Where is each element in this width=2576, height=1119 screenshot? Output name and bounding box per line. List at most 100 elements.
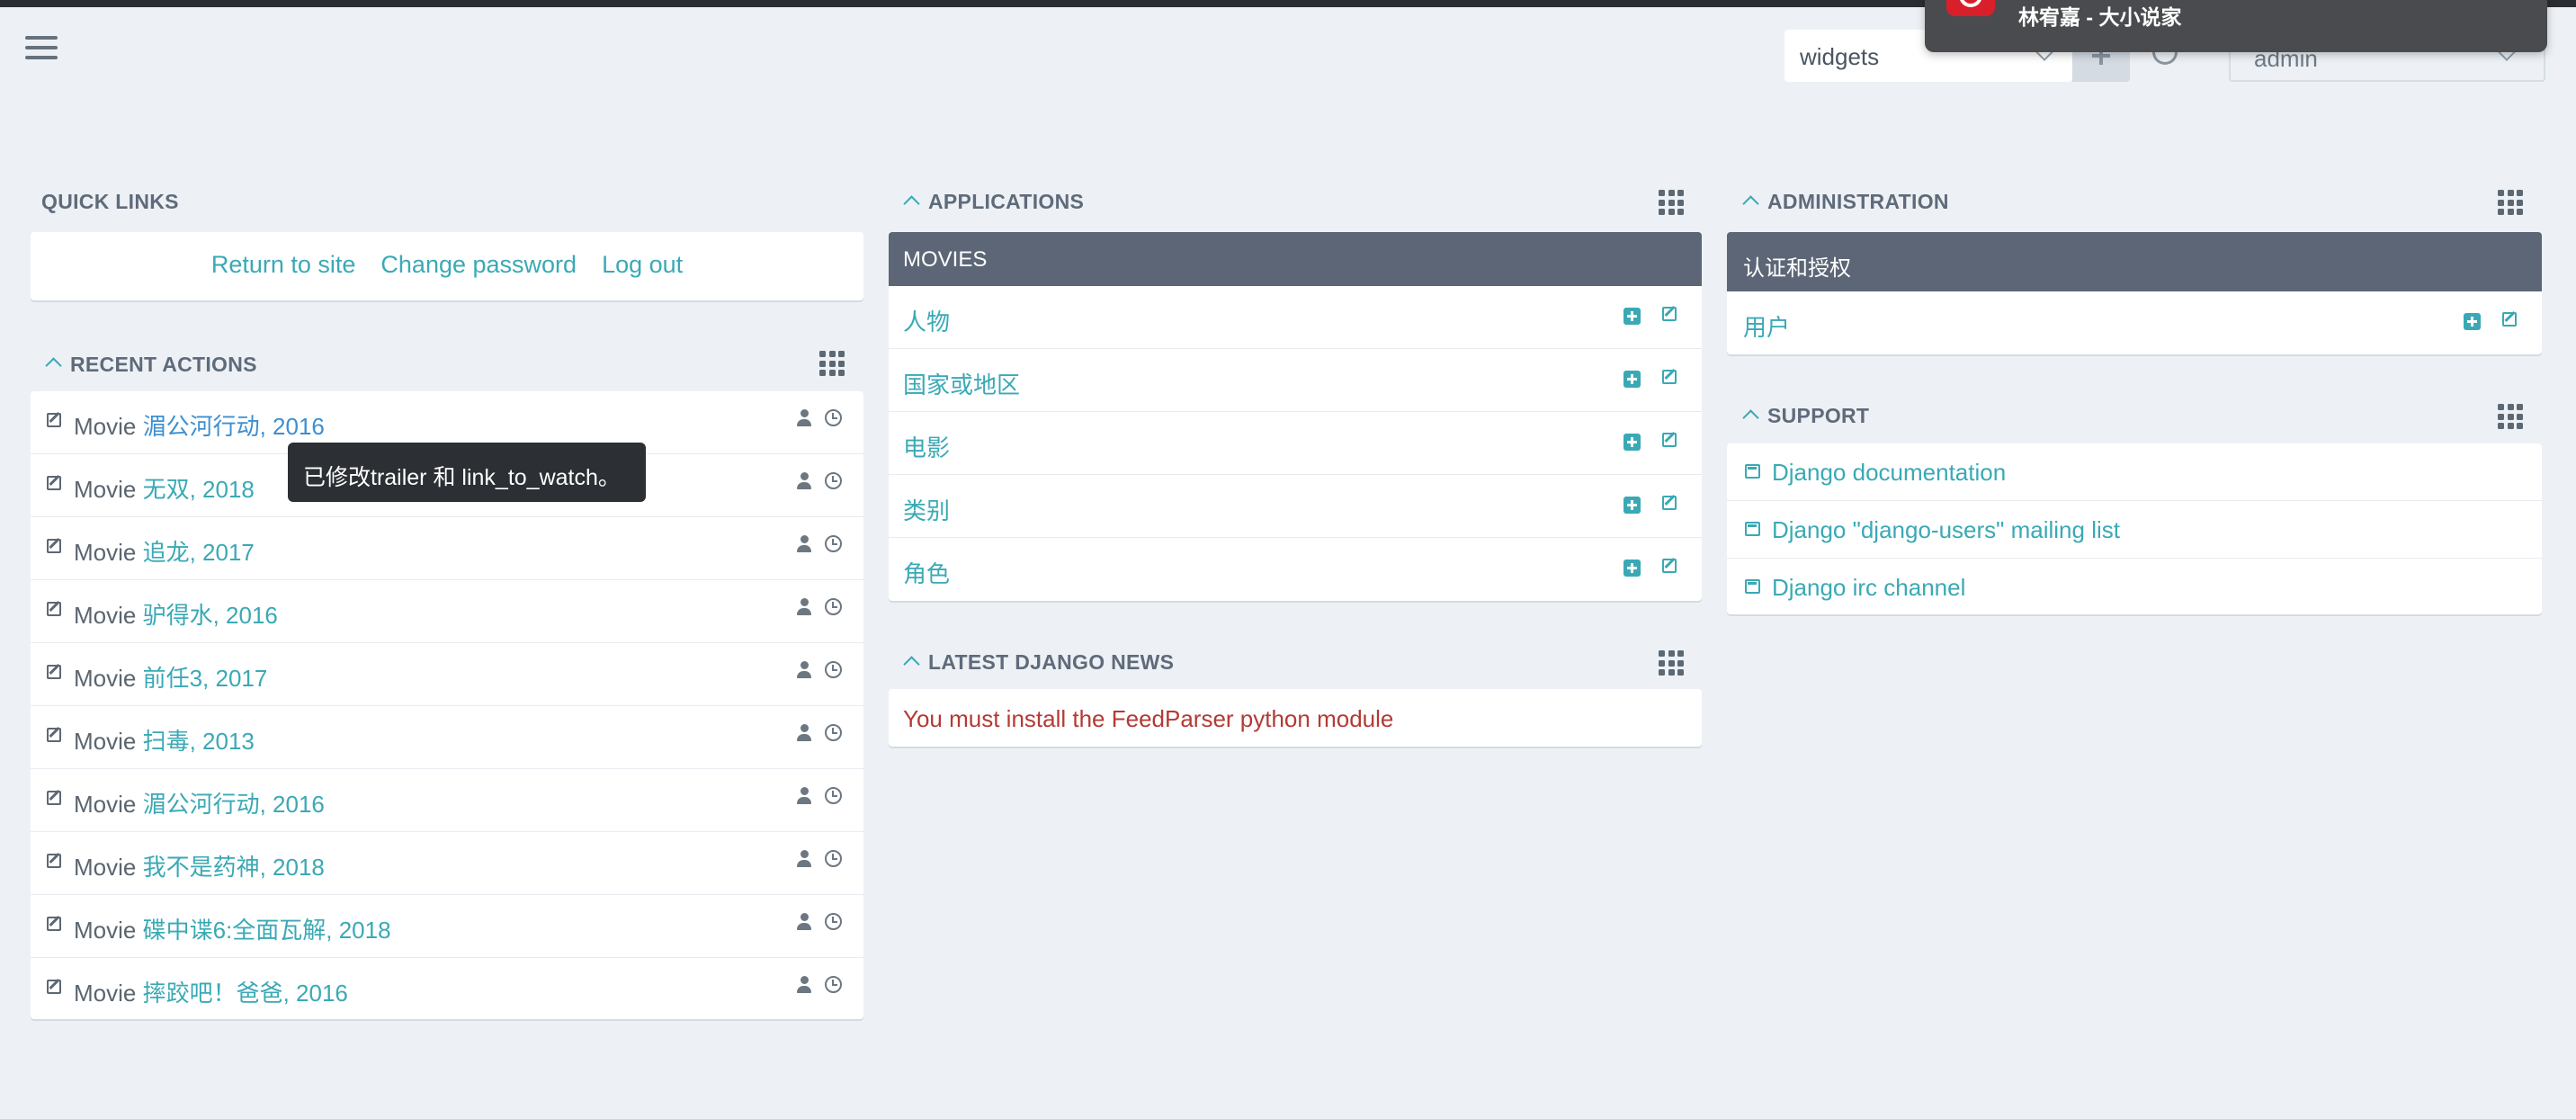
action-object-link[interactable]: 摔跤吧！爸爸, 2016 bbox=[143, 980, 348, 1007]
action-type: Movie bbox=[74, 791, 137, 818]
change-icon[interactable] bbox=[1662, 433, 1677, 447]
add-icon[interactable] bbox=[1623, 560, 1641, 577]
drag-handle-icon[interactable] bbox=[2498, 190, 2523, 215]
model-row: 角色 bbox=[889, 538, 1702, 601]
edit-icon bbox=[47, 791, 61, 805]
news-panel: You must install the FeedParser python m… bbox=[889, 689, 1702, 747]
clock-icon[interactable] bbox=[825, 724, 842, 741]
recent-action-row[interactable]: Movie 碟中谍6:全面瓦解, 2018 bbox=[31, 895, 863, 958]
model-link[interactable]: 角色 bbox=[903, 556, 950, 589]
edit-icon bbox=[47, 539, 61, 553]
recent-action-row[interactable]: Movie 摔跤吧！爸爸, 2016 bbox=[31, 958, 863, 1019]
edit-icon bbox=[47, 917, 61, 931]
action-type: Movie bbox=[74, 728, 137, 755]
clock-icon[interactable] bbox=[825, 913, 842, 930]
log-out-link[interactable]: Log out bbox=[602, 251, 683, 279]
app-header-auth[interactable]: 认证和授权 bbox=[1727, 232, 2542, 291]
recent-action-row[interactable]: Movie 追龙, 2017 bbox=[31, 517, 863, 580]
model-link[interactable]: 国家或地区 bbox=[903, 367, 1020, 400]
user-icon[interactable] bbox=[797, 472, 811, 490]
add-icon[interactable] bbox=[2464, 313, 2481, 330]
drag-handle-icon[interactable] bbox=[819, 351, 845, 376]
model-link[interactable]: 人物 bbox=[903, 304, 950, 337]
add-icon[interactable] bbox=[1623, 497, 1641, 514]
clock-icon[interactable] bbox=[825, 850, 842, 867]
action-object-link[interactable]: 追龙, 2017 bbox=[143, 539, 255, 566]
action-object-link[interactable]: 湄公河行动, 2016 bbox=[143, 791, 325, 818]
collapse-icon[interactable] bbox=[45, 357, 62, 374]
clock-icon[interactable] bbox=[825, 472, 842, 489]
news-title: LATEST DJANGO NEWS bbox=[928, 650, 1175, 674]
clock-icon[interactable] bbox=[825, 535, 842, 552]
clock-icon[interactable] bbox=[825, 976, 842, 993]
recent-action-row[interactable]: Movie 我不是药神, 2018 bbox=[31, 832, 863, 895]
change-icon[interactable] bbox=[1662, 370, 1677, 384]
model-row: 电影 bbox=[889, 412, 1702, 475]
drag-handle-icon[interactable] bbox=[1659, 650, 1684, 676]
drag-handle-icon[interactable] bbox=[2498, 404, 2523, 429]
collapse-icon[interactable] bbox=[903, 195, 920, 212]
user-icon[interactable] bbox=[797, 661, 811, 679]
user-icon[interactable] bbox=[797, 787, 811, 805]
user-icon[interactable] bbox=[797, 724, 811, 742]
collapse-icon[interactable] bbox=[1742, 409, 1759, 426]
return-to-site-link[interactable]: Return to site bbox=[211, 251, 356, 279]
change-password-link[interactable]: Change password bbox=[380, 251, 577, 279]
model-row: 国家或地区 bbox=[889, 349, 1702, 412]
recent-action-row[interactable]: Movie 扫毒, 2013 bbox=[31, 706, 863, 769]
user-icon[interactable] bbox=[797, 976, 811, 994]
recent-action-row[interactable]: Movie 前任3, 2017 bbox=[31, 643, 863, 706]
add-icon[interactable] bbox=[1623, 371, 1641, 388]
django-irc-channel-link[interactable]: Django irc channel bbox=[1772, 574, 1965, 602]
change-icon[interactable] bbox=[2502, 312, 2517, 327]
recent-action-row[interactable]: Movie 湄公河行动, 2016 bbox=[31, 769, 863, 832]
edit-icon bbox=[47, 728, 61, 742]
action-object-link[interactable]: 前任3, 2017 bbox=[143, 665, 268, 692]
change-icon[interactable] bbox=[1662, 559, 1677, 573]
clock-icon[interactable] bbox=[825, 409, 842, 426]
edit-icon bbox=[47, 413, 61, 427]
user-icon[interactable] bbox=[797, 850, 811, 868]
collapse-icon[interactable] bbox=[903, 656, 920, 673]
change-icon[interactable] bbox=[1662, 496, 1677, 510]
change-icon[interactable] bbox=[1662, 307, 1677, 321]
drag-handle-icon[interactable] bbox=[1659, 190, 1684, 215]
user-icon[interactable] bbox=[797, 913, 811, 931]
django-users-mailing-list-link[interactable]: Django "django-users" mailing list bbox=[1772, 516, 2120, 544]
add-icon[interactable] bbox=[1623, 308, 1641, 325]
app-header-movies[interactable]: MOVIES bbox=[889, 232, 1702, 286]
edit-icon bbox=[47, 854, 61, 868]
model-link[interactable]: 类别 bbox=[903, 493, 950, 526]
applications-panel: MOVIES 人物 国家或地区 电影 类别 角色 bbox=[889, 232, 1702, 601]
applications-title: APPLICATIONS bbox=[928, 190, 1085, 213]
add-icon[interactable] bbox=[1623, 434, 1641, 451]
recent-action-row[interactable]: Movie 驴得水, 2016 bbox=[31, 580, 863, 643]
user-icon[interactable] bbox=[797, 598, 811, 616]
user-icon[interactable] bbox=[797, 535, 811, 553]
external-link-icon bbox=[1745, 579, 1760, 594]
action-type: Movie bbox=[74, 917, 137, 944]
recent-actions-title: RECENT ACTIONS bbox=[70, 353, 257, 376]
clock-icon[interactable] bbox=[825, 598, 842, 615]
action-object-link[interactable]: 无双, 2018 bbox=[143, 476, 255, 503]
collapse-icon[interactable] bbox=[1742, 195, 1759, 212]
model-link[interactable]: 用户 bbox=[1743, 309, 1790, 343]
django-documentation-link[interactable]: Django documentation bbox=[1772, 459, 2006, 487]
edit-icon bbox=[47, 602, 61, 616]
quick-links-panel: Return to site Change password Log out bbox=[31, 232, 863, 300]
music-app-icon bbox=[1946, 0, 1995, 16]
action-object-link[interactable]: 湄公河行动, 2016 bbox=[143, 413, 325, 440]
clock-icon[interactable] bbox=[825, 787, 842, 804]
model-link[interactable]: 电影 bbox=[903, 430, 950, 463]
edit-icon bbox=[47, 476, 61, 490]
notification-banner[interactable]: 林宥嘉 - 大小说家 bbox=[1925, 0, 2547, 52]
action-object-link[interactable]: 扫毒, 2013 bbox=[143, 728, 255, 755]
action-object-link[interactable]: 碟中谍6:全面瓦解, 2018 bbox=[143, 917, 391, 944]
action-object-link[interactable]: 我不是药神, 2018 bbox=[143, 854, 325, 881]
support-link-row: Django irc channel bbox=[1727, 559, 2542, 614]
clock-icon[interactable] bbox=[825, 661, 842, 678]
support-panel: Django documentation Django "django-user… bbox=[1727, 443, 2542, 614]
menu-icon[interactable] bbox=[25, 36, 58, 67]
action-object-link[interactable]: 驴得水, 2016 bbox=[143, 602, 278, 629]
user-icon[interactable] bbox=[797, 409, 811, 427]
